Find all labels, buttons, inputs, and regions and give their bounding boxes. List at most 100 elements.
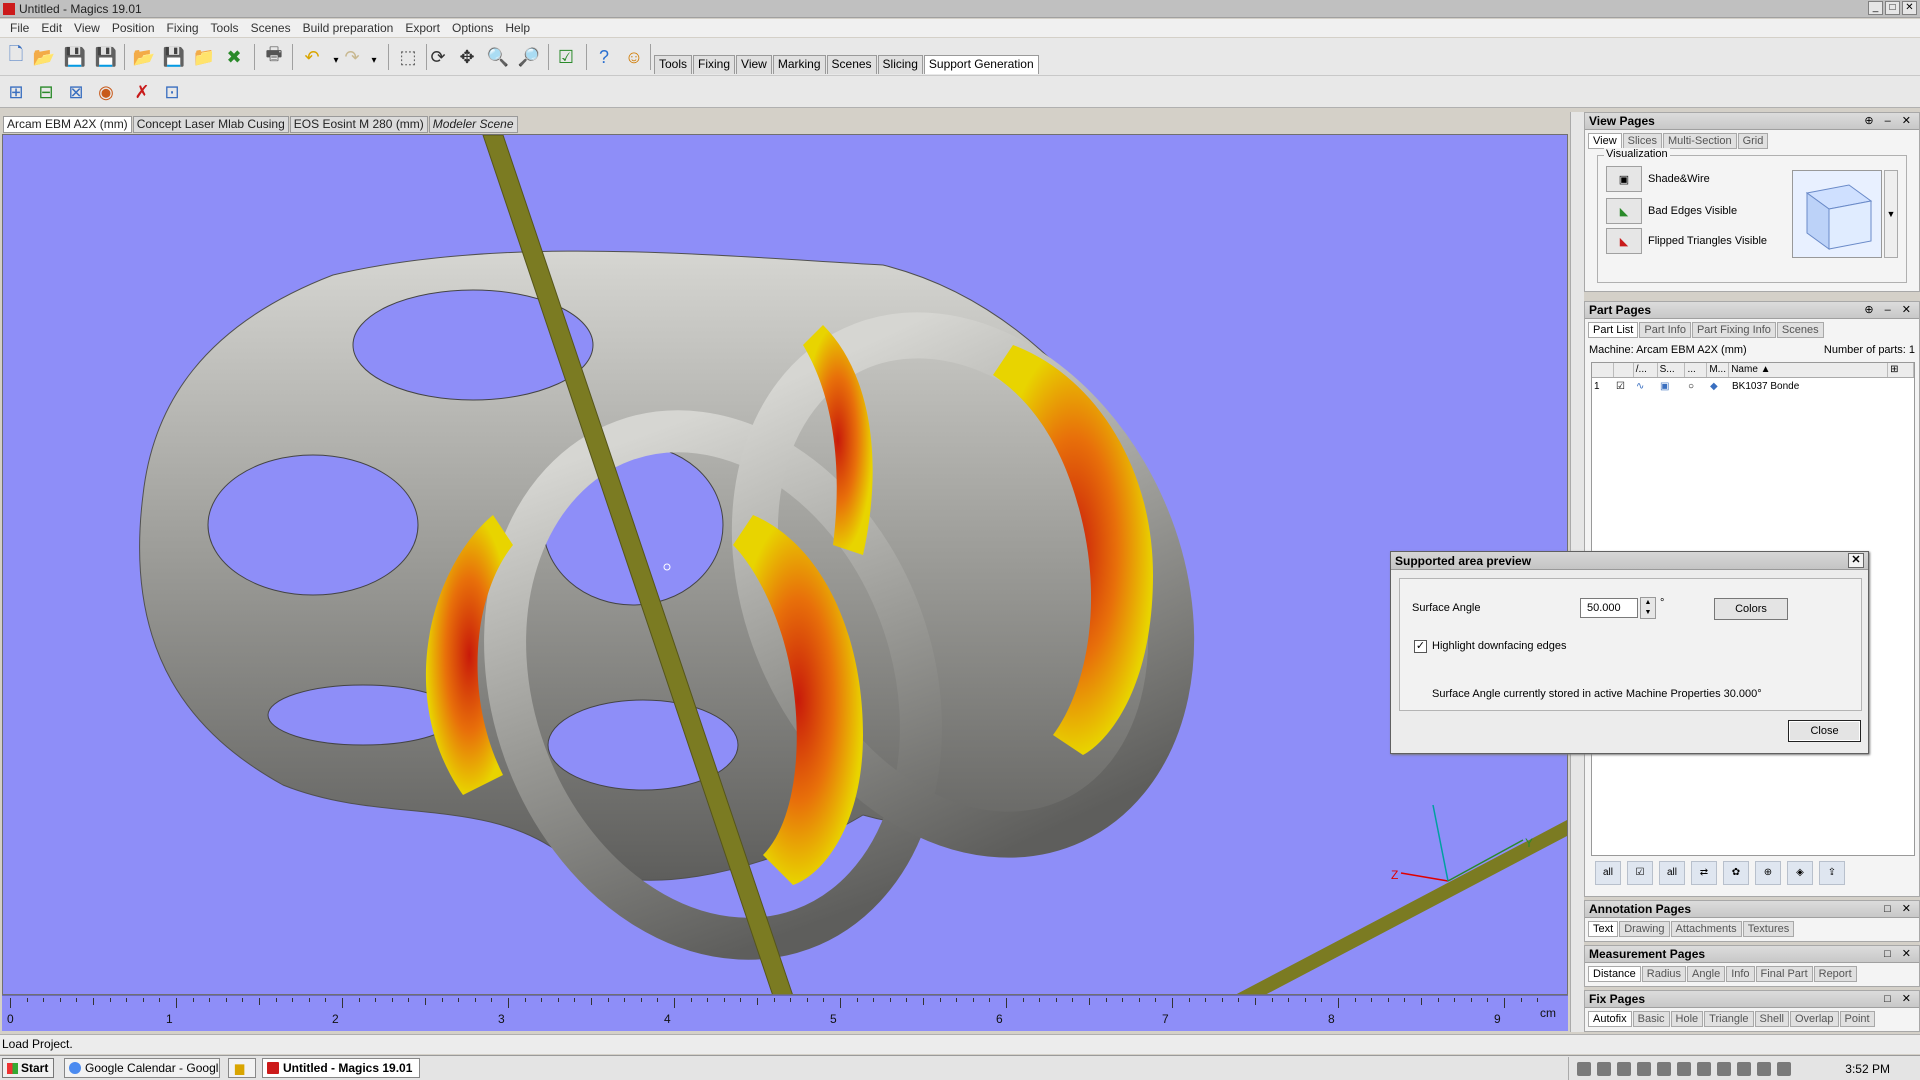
- unload-part-icon[interactable]: ✖: [222, 45, 246, 69]
- colors-button[interactable]: Colors: [1714, 598, 1788, 620]
- scene-tab-modeler[interactable]: Modeler Scene: [428, 116, 518, 133]
- column-header[interactable]: ...: [1685, 363, 1708, 377]
- tray-icon[interactable]: [1757, 1061, 1771, 1076]
- tray-icon[interactable]: [1657, 1061, 1671, 1076]
- redo-dropdown-icon[interactable]: ▾: [362, 48, 386, 72]
- tab-view-pages-view[interactable]: View: [1588, 133, 1622, 149]
- table-row[interactable]: 1 ☑ ∿ ▣ ○ ◆ BK1037 Bonde: [1592, 378, 1914, 394]
- column-header[interactable]: S...: [1658, 363, 1686, 377]
- tab-view[interactable]: View: [736, 55, 772, 74]
- menu-file[interactable]: File: [4, 21, 35, 35]
- tab-fix-autofix[interactable]: Autofix: [1588, 1011, 1632, 1027]
- zoom-icon[interactable]: 🔍: [486, 45, 510, 69]
- part-pages-controls[interactable]: ⊕ – ✕: [1864, 302, 1915, 318]
- view-pages-controls[interactable]: ⊕ – ✕: [1864, 113, 1915, 129]
- color-part-icon[interactable]: ✿: [1723, 861, 1749, 885]
- tab-fixing[interactable]: Fixing: [693, 55, 736, 74]
- rotate-icon[interactable]: ⟳: [426, 45, 450, 69]
- menu-position[interactable]: Position: [106, 21, 161, 35]
- start-button[interactable]: Start: [2, 1058, 54, 1078]
- column-header-name[interactable]: Name ▲: [1729, 363, 1889, 377]
- visible-checkbox[interactable]: ☑: [1614, 381, 1634, 392]
- tab-fix-overlap[interactable]: Overlap: [1789, 1011, 1839, 1027]
- tab-measure-distance[interactable]: Distance: [1588, 966, 1641, 982]
- tab-scenes[interactable]: Scenes: [826, 55, 877, 74]
- taskbar-item-explorer[interactable]: ▆: [228, 1058, 256, 1078]
- new-icon[interactable]: 🗋: [4, 44, 28, 69]
- import-part-icon[interactable]: 📂: [132, 45, 156, 69]
- tab-part-scenes[interactable]: Scenes: [1776, 322, 1824, 338]
- print-icon[interactable]: 🖶: [262, 44, 286, 69]
- redo-icon[interactable]: ↷: [340, 45, 364, 69]
- save-support-icon[interactable]: ⊡: [160, 80, 184, 104]
- tab-part-fixing-info[interactable]: Part Fixing Info: [1691, 322, 1776, 338]
- close-button[interactable]: Close: [1788, 720, 1861, 742]
- tab-measure-report[interactable]: Report: [1813, 966, 1857, 982]
- shade-wire-button[interactable]: ▣: [1606, 166, 1642, 192]
- menu-tools[interactable]: Tools: [205, 21, 245, 35]
- taskbar-item-google-calendar[interactable]: Google Calendar - Googl...: [64, 1058, 220, 1078]
- support-part-icon[interactable]: ⊟: [34, 80, 58, 104]
- view-cube-dropdown[interactable]: ▼: [1884, 170, 1898, 258]
- select-all-button[interactable]: all: [1595, 861, 1621, 885]
- tab-measure-info[interactable]: Info: [1726, 966, 1755, 982]
- view-cube[interactable]: [1792, 170, 1882, 258]
- tab-view-pages-multi-section[interactable]: Multi-Section: [1663, 133, 1737, 149]
- open-icon[interactable]: 📂: [32, 45, 56, 69]
- 3d-viewport[interactable]: Z Y: [2, 134, 1568, 995]
- tray-icon[interactable]: [1737, 1061, 1751, 1076]
- highlight-downfacing-checkbox[interactable]: ✓: [1414, 640, 1427, 653]
- menu-view[interactable]: View: [68, 21, 106, 35]
- tab-annotation-drawing[interactable]: Drawing: [1619, 921, 1670, 937]
- tab-fix-point[interactable]: Point: [1839, 1011, 1875, 1027]
- surface-angle-input[interactable]: 50.000: [1580, 598, 1638, 618]
- tab-measure-final-part[interactable]: Final Part: [1755, 966, 1813, 982]
- tab-measure-angle[interactable]: Angle: [1687, 966, 1726, 982]
- dialog-title-bar[interactable]: Supported area preview ✕: [1391, 552, 1868, 570]
- save-as-icon[interactable]: 💾: [94, 45, 118, 69]
- select-icon[interactable]: ⬚: [396, 45, 420, 69]
- whats-this-icon[interactable]: ☺: [622, 45, 646, 69]
- minimize-button[interactable]: _: [1868, 1, 1883, 15]
- menu-export[interactable]: Export: [399, 21, 446, 35]
- volume-icon[interactable]: [1777, 1061, 1791, 1076]
- menu-scenes[interactable]: Scenes: [245, 21, 297, 35]
- menu-edit[interactable]: Edit: [35, 21, 68, 35]
- invert-selection-icon[interactable]: ⇄: [1691, 861, 1717, 885]
- clock[interactable]: 3:52 PM: [1845, 1062, 1890, 1076]
- help-icon[interactable]: ?: [592, 45, 616, 69]
- tab-tools[interactable]: Tools: [654, 55, 693, 74]
- tab-view-pages-grid[interactable]: Grid: [1737, 133, 1769, 149]
- tab-fix-triangle[interactable]: Triangle: [1704, 1011, 1754, 1027]
- menu-build-preparation[interactable]: Build preparation: [297, 21, 400, 35]
- checklist-icon[interactable]: ☑: [554, 45, 578, 69]
- tab-annotation-textures[interactable]: Textures: [1742, 921, 1795, 937]
- layer-icon[interactable]: ◈: [1787, 861, 1813, 885]
- scene-tab-arcam[interactable]: Arcam EBM A2X (mm): [3, 116, 132, 133]
- unselect-all-button[interactable]: all: [1659, 861, 1685, 885]
- undo-icon[interactable]: ↶: [300, 45, 324, 69]
- tray-icon[interactable]: [1697, 1061, 1711, 1076]
- supported-area-preview-icon[interactable]: ◉: [94, 80, 118, 104]
- scene-tab-eos[interactable]: EOS Eosint M 280 (mm): [289, 116, 428, 133]
- fix-pages-controls[interactable]: □ ✕: [1884, 991, 1915, 1007]
- tab-marking[interactable]: Marking: [772, 55, 826, 74]
- measurement-pages-controls[interactable]: □ ✕: [1884, 946, 1915, 962]
- menu-fixing[interactable]: Fixing: [161, 21, 205, 35]
- tab-annotation-attachments[interactable]: Attachments: [1670, 921, 1742, 937]
- move-part-icon[interactable]: ⊕: [1755, 861, 1781, 885]
- surface-angle-spinner[interactable]: ▲ ▼: [1640, 597, 1656, 619]
- generate-support-icon[interactable]: ⊞: [4, 80, 28, 104]
- tray-icon[interactable]: [1577, 1061, 1591, 1076]
- taskbar-item-magics[interactable]: Untitled - Magics 19.01: [262, 1058, 420, 1078]
- dialog-close-icon[interactable]: ✕: [1848, 553, 1864, 568]
- tab-view-pages-slices[interactable]: Slices: [1622, 133, 1662, 149]
- tab-fix-basic[interactable]: Basic: [1632, 1011, 1670, 1027]
- column-header[interactable]: [1592, 363, 1614, 377]
- column-header[interactable]: /...: [1634, 363, 1658, 377]
- delete-support-icon[interactable]: ✗: [130, 80, 154, 104]
- tab-measure-radius[interactable]: Radius: [1641, 966, 1687, 982]
- pan-icon[interactable]: ✥: [455, 45, 479, 69]
- bad-edges-button[interactable]: ◣: [1606, 198, 1642, 224]
- tray-icon[interactable]: [1677, 1061, 1691, 1076]
